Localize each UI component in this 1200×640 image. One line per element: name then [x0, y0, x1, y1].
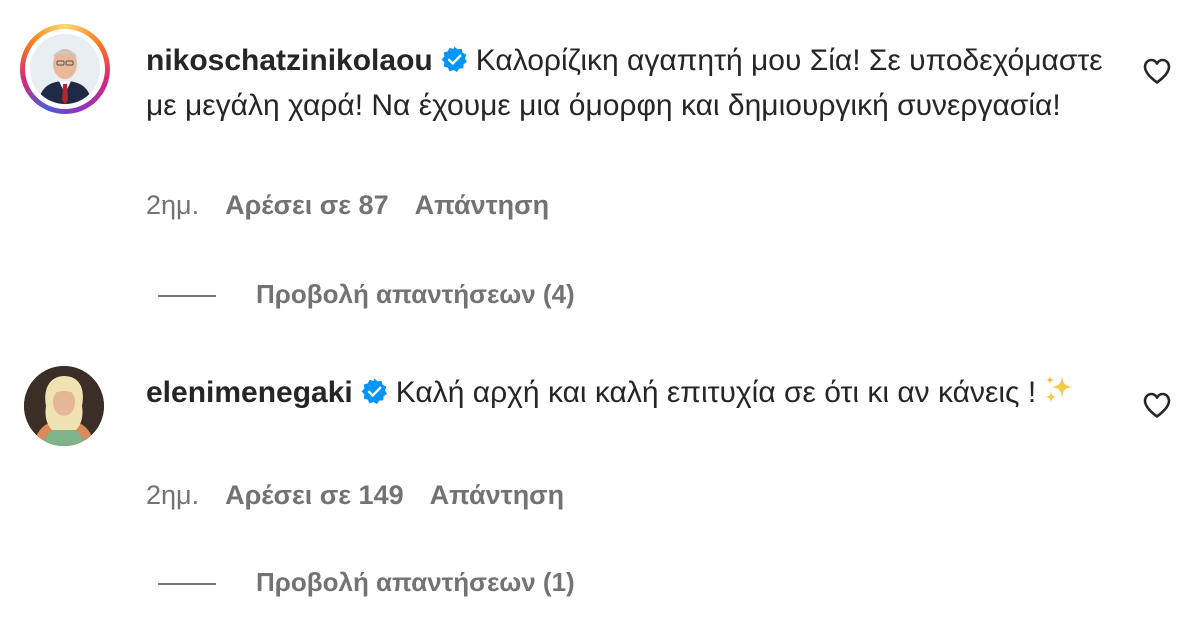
verified-badge-icon: [361, 378, 387, 404]
view-replies-button[interactable]: Προβολή απαντήσεων (1): [158, 567, 575, 598]
comment-time: 2ημ.: [146, 190, 200, 220]
heart-outline-icon[interactable]: [1142, 57, 1172, 85]
view-replies-label: Προβολή απαντήσεων (1): [256, 567, 575, 597]
verified-badge-icon: [441, 46, 467, 72]
username[interactable]: nikoschatzinikolaou: [146, 44, 433, 77]
avatar[interactable]: [30, 34, 100, 104]
comment-meta: 2ημ. Αρέσει σε 87 Απάντηση: [146, 190, 575, 221]
sparkles-icon: [1045, 376, 1074, 403]
username[interactable]: elenimenegaki: [146, 376, 353, 409]
comment-text: Καλή αρχή και καλή επιτυχία σε ότι κι αν…: [395, 376, 1037, 409]
replies-divider: [158, 583, 216, 586]
comment: elenimenegaki Καλή αρχή και καλή επιτυχία…: [0, 345, 1200, 640]
comment-text-block: elenimenegaki Καλή αρχή και καλή επιτυχία…: [146, 370, 1106, 415]
comment-time: 2ημ.: [146, 480, 200, 510]
reply-button[interactable]: Απάντηση: [415, 190, 550, 220]
likes-count[interactable]: Αρέσει σε 149: [225, 480, 404, 510]
comment-meta: 2ημ. Αρέσει σε 149 Απάντηση: [146, 480, 590, 511]
replies-divider: [158, 295, 216, 298]
heart-outline-icon[interactable]: [1142, 391, 1172, 419]
likes-count[interactable]: Αρέσει σε 87: [225, 190, 389, 220]
reply-button[interactable]: Απάντηση: [430, 480, 565, 510]
view-replies-label: Προβολή απαντήσεων (4): [256, 279, 575, 309]
comment-text-block: nikoschatzinikolaou Καλορίζικη αγαπητή μο…: [146, 38, 1106, 128]
view-replies-button[interactable]: Προβολή απαντήσεων (4): [158, 279, 575, 310]
comment: nikoschatzinikolaou Καλορίζικη αγαπητή μο…: [0, 0, 1200, 330]
avatar[interactable]: [24, 366, 104, 446]
